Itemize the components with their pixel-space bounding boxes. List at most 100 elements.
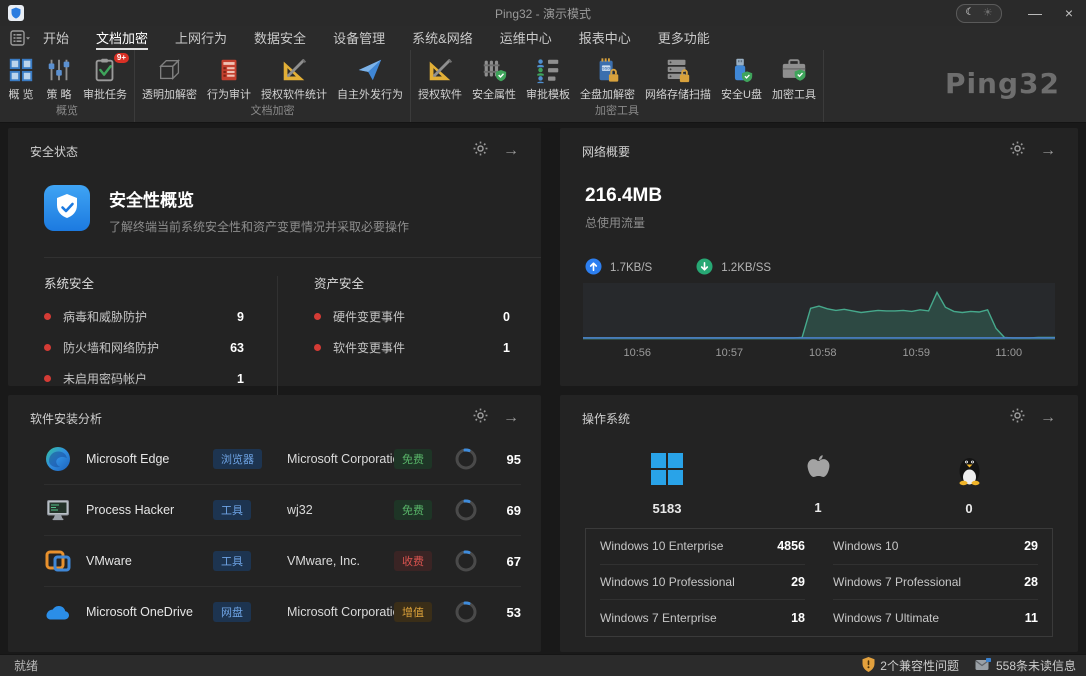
price-badge: 收费 (394, 551, 432, 571)
ribbon-button-label: 概 览 (8, 86, 33, 102)
moon-icon[interactable]: ☾ (965, 8, 974, 18)
tab-文档加密[interactable]: 文档加密 (96, 26, 148, 50)
authorized-software-button[interactable]: 授权软件 (413, 54, 467, 102)
tab-系统&网络[interactable]: 系统&网络 (412, 26, 473, 50)
score-ring-icon (454, 447, 478, 471)
network-storage-scan-button[interactable]: 网络存储扫描 (640, 54, 716, 102)
upload-icon (585, 258, 602, 278)
score-ring-icon (454, 549, 478, 573)
tab-开始[interactable]: 开始 (43, 26, 69, 50)
tab-运维中心[interactable]: 运维中心 (500, 26, 552, 50)
file-menu-button[interactable] (10, 26, 31, 50)
software-name: Microsoft OneDrive (86, 605, 213, 619)
software-price: 增值 (394, 602, 446, 622)
self-outgoing-button[interactable]: 自主外发行为 (332, 54, 408, 102)
software-row[interactable]: Microsoft OneDrive网盘Microsoft Corporatio… (44, 587, 521, 637)
security-item-value: 1 (503, 341, 510, 355)
close-button[interactable]: × (1052, 0, 1086, 26)
tab-上网行为[interactable]: 上网行为 (175, 26, 227, 50)
security-item-value: 9 (237, 310, 244, 324)
security-group-title: 资产安全 (314, 273, 510, 292)
behavior-audit-button[interactable]: 行为审计 (202, 54, 256, 102)
os-table-cell[interactable]: Windows 7 Professional28 (833, 565, 1038, 601)
network-traffic-chart (583, 283, 1055, 340)
os-table-cell[interactable]: Windows 10 Enterprise4856 (600, 529, 805, 565)
ribbon-button-label: 策 略 (46, 86, 71, 102)
software-row[interactable]: Microsoft Edge浏览器Microsoft Corporation免费… (44, 434, 521, 485)
security-item[interactable]: 未启用密码帐户1 (44, 370, 244, 387)
chart-tick-label: 10:57 (716, 347, 744, 359)
apple-icon (804, 452, 833, 490)
transparent-crypt-button[interactable]: 透明加解密 (137, 54, 202, 102)
category-badge: 工具 (213, 551, 251, 571)
os-table-cell[interactable]: Windows 1029 (833, 529, 1038, 565)
minimize-button[interactable]: — (1018, 0, 1052, 26)
gear-icon[interactable] (1010, 408, 1025, 428)
alert-dot-icon (314, 344, 321, 351)
security-item-value: 1 (237, 372, 244, 386)
security-item-label: 硬件变更事件 (333, 308, 405, 325)
approval-tasks-button[interactable]: 9+审批任务 (78, 54, 132, 102)
ribbon-button-label: 全盘加解密 (580, 86, 635, 102)
ribbon-button-row: 透明加解密行为审计授权软件统计自主外发行为 (137, 50, 408, 102)
panel-network-overview: 网络概要 → 216.4MB 总使用流量 1.7KB/S 1.2KB/SS (560, 128, 1078, 386)
security-item[interactable]: 病毒和威胁防护 9 (44, 308, 244, 325)
security-item[interactable]: 硬件变更事件0 (314, 308, 510, 325)
tab-报表中心[interactable]: 报表中心 (579, 26, 631, 50)
security-item-label: 病毒和威胁防护 (63, 308, 147, 325)
os-table-row: Windows 10 Professional29 Windows 7 Profe… (586, 565, 1052, 601)
approval-template-button[interactable]: 审批模板 (521, 54, 575, 102)
crypt-tools-button[interactable]: 加密工具 (767, 54, 821, 102)
behavior-audit-icon (215, 54, 243, 85)
chart-x-axis: 10:5610:5710:5810:5911:00 (583, 347, 1055, 361)
arrow-right-icon[interactable]: → (503, 144, 519, 158)
upload-speed: 1.7KB/S (610, 262, 652, 274)
tab-设备管理[interactable]: 设备管理 (333, 26, 385, 50)
security-item-label: 软件变更事件 (333, 339, 405, 356)
tab-更多功能[interactable]: 更多功能 (658, 26, 710, 50)
windows-icon (650, 452, 684, 491)
arrow-right-icon[interactable]: → (1040, 411, 1056, 425)
software-name: Microsoft Edge (86, 452, 213, 466)
score-ring-icon (454, 600, 478, 624)
sun-icon[interactable]: ☀ (983, 8, 993, 18)
os-table-cell[interactable]: Windows 7 Enterprise18 (600, 600, 805, 636)
software-vendor: Microsoft Corporation (287, 452, 394, 466)
software-row[interactable]: VMware工具VMware, Inc.收费67 (44, 536, 521, 587)
ribbon-button-label: 加密工具 (772, 86, 816, 102)
panel-security-status: 安全状态 → 安全性概览 了解终端当前系统安全性和资产变更情况并采取必要操作 系… (8, 128, 541, 386)
arrow-right-icon[interactable]: → (503, 411, 519, 425)
tab-数据安全[interactable]: 数据安全 (254, 26, 306, 50)
unread-messages[interactable]: 558条未读信息 (975, 657, 1076, 674)
authorized-software-stats-button[interactable]: 授权软件统计 (256, 54, 332, 102)
security-group: 资产安全硬件变更事件0 软件变更事件 1 (314, 273, 510, 401)
ribbon-button-label: 网络存储扫描 (645, 86, 711, 102)
software-category: 工具 (213, 551, 287, 571)
security-attributes-icon (480, 54, 508, 85)
gear-icon[interactable] (1010, 141, 1025, 161)
gear-icon[interactable] (473, 141, 488, 161)
theme-toggle[interactable]: ☾ ☀ (956, 4, 1002, 23)
gear-icon[interactable] (473, 408, 488, 428)
software-name: Process Hacker (86, 503, 213, 517)
software-vendor: wj32 (287, 503, 394, 517)
os-table-cell[interactable]: Windows 10 Professional29 (600, 565, 805, 601)
arrow-right-icon[interactable]: → (1040, 144, 1056, 158)
security-attributes-button[interactable]: 安全属性 (467, 54, 521, 102)
overview-button[interactable]: 概 览 (2, 54, 40, 102)
full-disk-crypt-button[interactable]: SSD全盘加解密 (575, 54, 640, 102)
panel-operating-systems: 操作系统 → 518310 Windows 10 Enterprise4856W… (560, 395, 1078, 652)
panel-title: 操作系统 (582, 410, 630, 427)
os-table-cell[interactable]: Windows 7 Ultimate11 (833, 600, 1038, 636)
app-logo-icon (8, 5, 24, 21)
software-row[interactable]: Process Hacker工具wj32免费69 (44, 485, 521, 536)
secure-usb-button[interactable]: 安全U盘 (716, 54, 767, 102)
network-total-label: 总使用流量 (560, 207, 1078, 231)
compat-text: 2个兼容性问题 (880, 657, 959, 674)
security-item[interactable]: 防火墙和网络防护63 (44, 339, 244, 356)
compatibility-issues[interactable]: 2个兼容性问题 (862, 657, 959, 675)
policy-button[interactable]: 策 略 (40, 54, 78, 102)
mail-icon (975, 658, 991, 674)
score-ring-icon (454, 498, 478, 522)
security-item[interactable]: 软件变更事件 1 (314, 339, 510, 356)
